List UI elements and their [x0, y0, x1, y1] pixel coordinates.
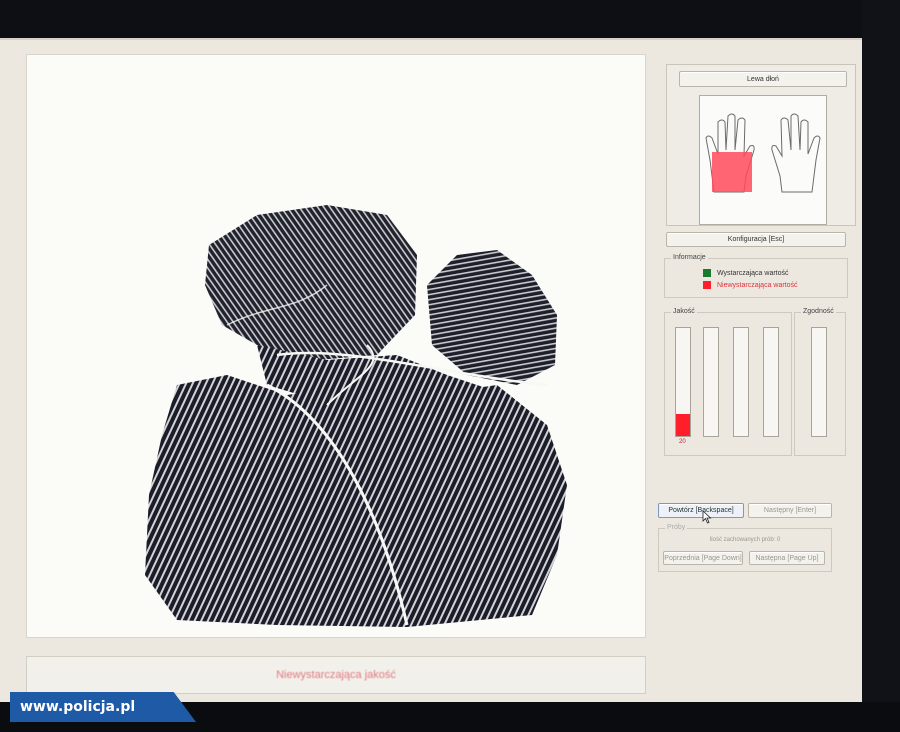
pointer-cursor-icon — [702, 510, 712, 524]
legend-insufficient: Niewystarczająca wartość — [703, 281, 798, 289]
hand-diagram — [699, 95, 827, 225]
next-button[interactable]: Następny [Enter] — [748, 503, 832, 518]
palm-scan-preview — [26, 54, 646, 638]
info-group: Informacje Wystarczająca wartość Niewyst… — [664, 254, 848, 298]
palmprint-image — [145, 205, 567, 627]
status-message: Niewystarczająca jakość — [276, 669, 396, 681]
info-group-title: Informacje — [671, 254, 708, 261]
samples-group: Próby Ilość zachowanych prób: 0 Poprzedn… — [658, 524, 832, 572]
quality-value-label: 20 — [679, 439, 686, 445]
config-button[interactable]: Konfiguracja [Esc] — [666, 232, 846, 247]
watermark-text: www.policja.pl — [20, 699, 136, 715]
selected-palm-highlight — [712, 152, 752, 192]
quality-bar-4 — [763, 327, 779, 437]
next-sample-button[interactable]: Następna [Page Up] — [749, 551, 825, 565]
green-swatch-icon — [703, 269, 711, 277]
samples-count: Ilość zachowanych prób: 0 — [709, 537, 781, 543]
quality-bar-fill — [676, 414, 690, 436]
previous-sample-button[interactable]: Poprzednia [Page Down] — [663, 551, 743, 565]
monitor-bezel-right — [862, 0, 900, 732]
quality-bar-1 — [675, 327, 691, 437]
quality-group: Jakość 20 — [664, 308, 792, 456]
legend-sufficient-label: Wystarczająca wartość — [717, 269, 789, 277]
agreement-group-title: Zgodność — [801, 308, 836, 315]
monitor-bezel-top — [0, 0, 900, 38]
legend-insufficient-label: Niewystarczająca wartość — [717, 281, 798, 289]
left-hand-button[interactable]: Lewa dłoń — [679, 71, 847, 87]
samples-group-title: Próby — [665, 524, 688, 531]
hand-selection-panel: Lewa dłoń — [666, 64, 856, 226]
application-window: Niewystarczająca jakość Lewa dłoń Konfig… — [0, 38, 862, 704]
hands-outline-icon — [705, 113, 821, 193]
agreement-group: Zgodność — [794, 308, 846, 456]
quality-bar-2 — [703, 327, 719, 437]
red-swatch-icon — [703, 281, 711, 289]
watermark-badge: www.policja.pl — [10, 692, 196, 722]
control-panel: Lewa dłoń Konfiguracja [Esc] Informacje … — [658, 54, 858, 694]
repeat-button[interactable]: Powtórz [Backspace] — [658, 503, 744, 518]
agreement-bar — [811, 327, 827, 437]
quality-bar-3 — [733, 327, 749, 437]
quality-group-title: Jakość — [671, 308, 697, 315]
legend-sufficient: Wystarczająca wartość — [703, 269, 789, 277]
status-bar: Niewystarczająca jakość — [26, 656, 646, 694]
